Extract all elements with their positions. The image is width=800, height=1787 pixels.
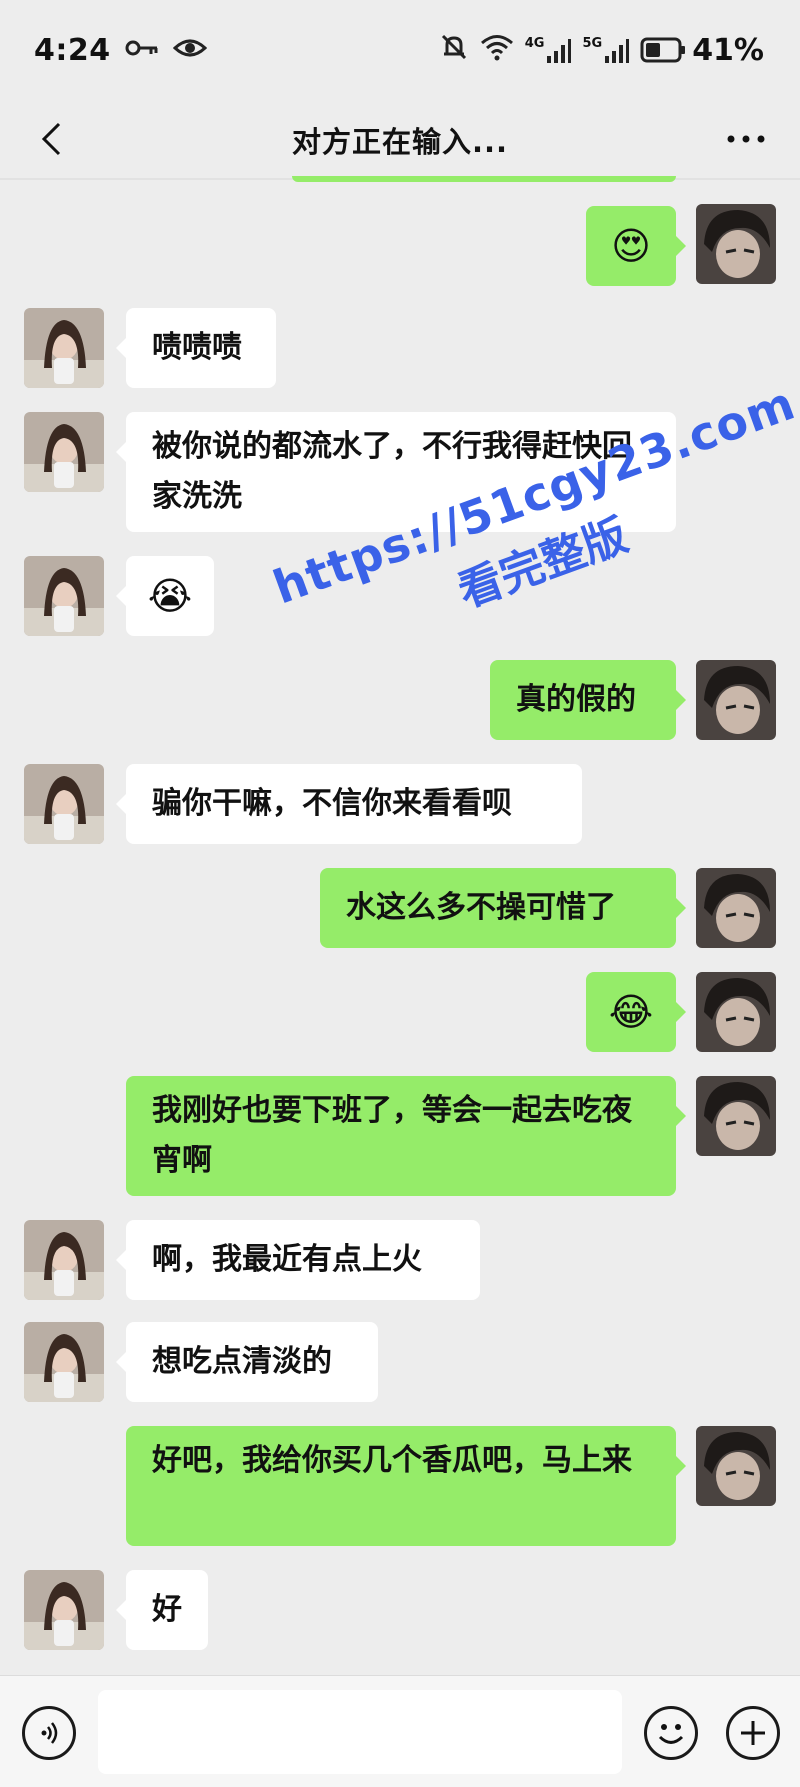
input-bar — [0, 1675, 800, 1787]
message-text: 啊，我最近有点上火 — [152, 1242, 422, 1277]
message-bubble[interactable]: 😭 — [116, 556, 214, 636]
message-text: 想吃点清淡的 — [152, 1344, 332, 1379]
message-bubble[interactable]: 好 — [116, 1570, 208, 1650]
message-bubble[interactable]: 好吧，我给你买几个香瓜吧，马上来 — [126, 1426, 686, 1546]
voice-wave-icon — [41, 1722, 58, 1744]
avatar-contact[interactable] — [24, 1322, 104, 1402]
message-bubble[interactable]: 被你说的都流水了，不行我得赶快回家洗洗 — [116, 412, 676, 532]
avatar-contact[interactable] — [24, 764, 104, 844]
message-bubble[interactable]: 😂 — [586, 972, 686, 1052]
message-text: 啧啧啧 — [152, 330, 242, 365]
avatar-self[interactable] — [696, 660, 776, 740]
voice-input-button[interactable] — [22, 1706, 76, 1760]
message-text: 骗你干嘛，不信你来看看呗 — [152, 786, 512, 821]
message-text: 好吧，我给你买几个香瓜吧，马上来 — [152, 1443, 632, 1478]
message-bubble[interactable]: 😍 — [586, 206, 686, 286]
chat-list[interactable]: 😍 啧啧啧 被你说的都流水了，不行我得赶快回家洗洗 😭 真的假的 骗你干嘛，不信… — [0, 0, 800, 1675]
message-text: 好 — [152, 1592, 182, 1627]
avatar-self[interactable] — [696, 204, 776, 284]
avatar-contact[interactable] — [24, 556, 104, 636]
avatar-self[interactable] — [696, 1076, 776, 1156]
crying-emoji-icon: 😭 — [147, 574, 193, 618]
message-bubble[interactable]: 水这么多不操可惜了 — [320, 868, 686, 948]
plus-icon — [741, 1721, 765, 1745]
avatar-contact[interactable] — [24, 1570, 104, 1650]
message-bubble[interactable]: 想吃点清淡的 — [116, 1322, 378, 1402]
avatar-self[interactable] — [696, 1426, 776, 1506]
laughing-tears-emoji-icon: 😂 — [608, 990, 654, 1034]
add-attachment-button[interactable] — [726, 1706, 780, 1760]
message-text: 被你说的都流水了，不行我得赶快回家洗洗 — [152, 429, 632, 514]
message-bubble[interactable]: 啊，我最近有点上火 — [116, 1220, 480, 1300]
heart-eyes-emoji-icon: 😍 — [611, 224, 651, 268]
emoji-button[interactable] — [644, 1706, 698, 1760]
message-text: 水这么多不操可惜了 — [346, 890, 616, 925]
message-bubble[interactable]: 我刚好也要下班了，等会一起去吃夜宵啊 — [126, 1076, 686, 1196]
message-bubble[interactable]: 啧啧啧 — [116, 308, 276, 388]
message-text: 真的假的 — [516, 682, 636, 717]
avatar-self[interactable] — [696, 868, 776, 948]
avatar-contact[interactable] — [24, 308, 104, 388]
message-input[interactable] — [98, 1690, 622, 1774]
message-bubble[interactable]: 骗你干嘛，不信你来看看呗 — [116, 764, 582, 844]
avatar-contact[interactable] — [24, 412, 104, 492]
avatar-contact[interactable] — [24, 1220, 104, 1300]
smiley-face-icon — [658, 1724, 684, 1744]
avatar-self[interactable] — [696, 972, 776, 1052]
message-bubble[interactable]: 真的假的 — [490, 660, 686, 740]
message-text: 我刚好也要下班了，等会一起去吃夜宵啊 — [152, 1093, 632, 1178]
